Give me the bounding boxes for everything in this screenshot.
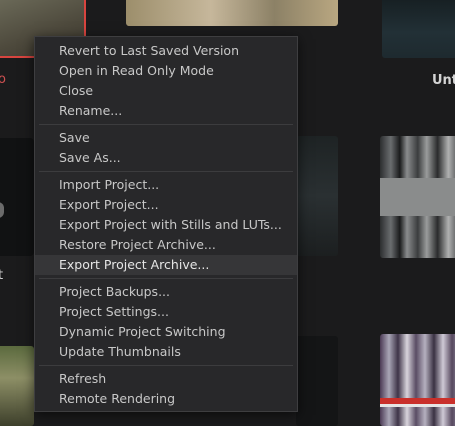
project-name-label[interactable]: Unt	[432, 73, 455, 88]
project-thumbnail[interactable]	[296, 136, 338, 256]
project-context-menu: Revert to Last Saved Version Open in Read…	[34, 36, 298, 412]
menu-item-export-project[interactable]: Export Project...	[35, 195, 297, 215]
menu-item-save-as[interactable]: Save As...	[35, 148, 297, 168]
menu-item-refresh[interactable]: Refresh	[35, 369, 297, 389]
thumbnail-stripe	[380, 404, 455, 407]
menu-item-restore-project-archive[interactable]: Restore Project Archive...	[35, 235, 297, 255]
project-thumbnail[interactable]	[0, 346, 34, 426]
menu-item-save[interactable]: Save	[35, 128, 297, 148]
project-thumbnail[interactable]	[380, 334, 455, 426]
menu-item-export-project-with-stills-and-luts[interactable]: Export Project with Stills and LUTs...	[35, 215, 297, 235]
menu-item-project-backups[interactable]: Project Backups...	[35, 282, 297, 302]
menu-item-import-project[interactable]: Import Project...	[35, 175, 297, 195]
project-thumbnail[interactable]	[296, 336, 338, 426]
menu-item-open-in-read-only-mode[interactable]: Open in Read Only Mode	[35, 61, 297, 81]
project-name-label[interactable]: t	[0, 268, 3, 283]
project-thumbnail[interactable]	[126, 0, 338, 26]
menu-item-rename[interactable]: Rename...	[35, 101, 297, 121]
menu-item-remote-rendering[interactable]: Remote Rendering	[35, 389, 297, 409]
menu-separator	[39, 365, 293, 366]
menu-separator	[39, 124, 293, 125]
thumbnail-band	[380, 178, 455, 216]
menu-item-project-settings[interactable]: Project Settings...	[35, 302, 297, 322]
project-thumbnail[interactable]	[382, 0, 455, 58]
menu-separator	[39, 278, 293, 279]
menu-item-close[interactable]: Close	[35, 81, 297, 101]
menu-item-revert-to-last-saved-version[interactable]: Revert to Last Saved Version	[35, 41, 297, 61]
project-name-label[interactable]: o	[0, 72, 6, 87]
menu-item-update-thumbnails[interactable]: Update Thumbnails	[35, 342, 297, 362]
project-thumbnail[interactable]	[0, 138, 34, 256]
menu-item-dynamic-project-switching[interactable]: Dynamic Project Switching	[35, 322, 297, 342]
menu-separator	[39, 171, 293, 172]
menu-item-export-project-archive[interactable]: Export Project Archive...	[35, 255, 297, 275]
